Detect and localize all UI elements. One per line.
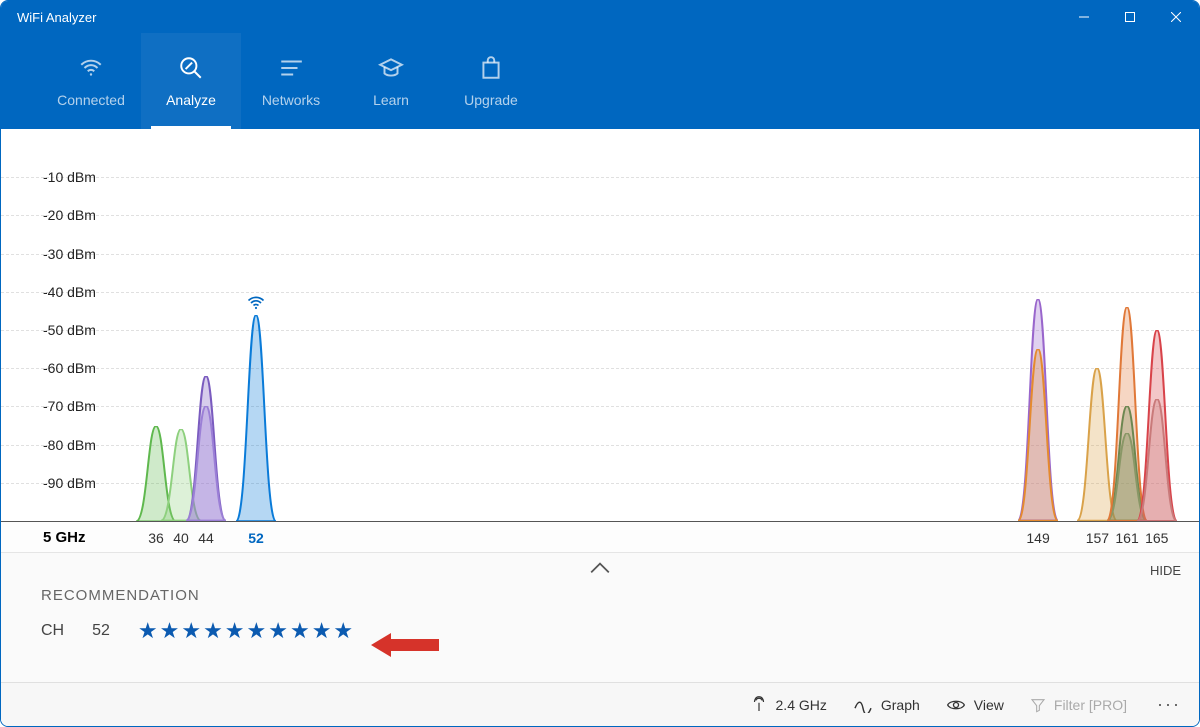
tab-learn[interactable]: Learn bbox=[341, 33, 441, 129]
tab-label: Learn bbox=[373, 92, 409, 108]
recommendation-heading: RECOMMENDATION bbox=[41, 587, 1159, 604]
network-lobe[interactable] bbox=[1018, 349, 1058, 521]
y-tick-label: -30 dBm bbox=[43, 246, 96, 262]
x-tick-label: 52 bbox=[248, 530, 264, 546]
x-tick-label: 165 bbox=[1145, 530, 1168, 546]
star-rating: ★★★★★★★★★★ bbox=[138, 618, 355, 644]
tab-upgrade[interactable]: Upgrade bbox=[441, 33, 541, 129]
band-label: 5 GHz bbox=[43, 529, 86, 546]
band-value: 2.4 GHz bbox=[776, 697, 827, 713]
view-label: View bbox=[974, 697, 1004, 713]
y-tick-label: -90 dBm bbox=[43, 475, 96, 491]
x-tick-label: 40 bbox=[173, 530, 189, 546]
tab-label: Connected bbox=[57, 92, 125, 108]
minimize-button[interactable] bbox=[1061, 1, 1107, 33]
tab-networks[interactable]: Networks bbox=[241, 33, 341, 129]
graph-menu[interactable]: Graph bbox=[853, 697, 920, 713]
y-tick-label: -10 dBm bbox=[43, 169, 96, 185]
app-window: WiFi Analyzer Connected Analyze bbox=[0, 0, 1200, 727]
network-lobe[interactable] bbox=[236, 315, 276, 521]
ch-label: CH bbox=[41, 622, 64, 640]
x-tick-label: 44 bbox=[198, 530, 214, 546]
filter-menu[interactable]: Filter [PRO] bbox=[1030, 697, 1127, 713]
tab-label: Networks bbox=[262, 92, 320, 108]
hide-button[interactable]: HIDE bbox=[1150, 563, 1181, 578]
status-bar: 2.4 GHz Graph View Filter [PRO] ··· bbox=[1, 682, 1199, 726]
recommended-channel: 52 bbox=[92, 622, 110, 640]
maximize-icon bbox=[1125, 12, 1135, 22]
tab-label: Upgrade bbox=[464, 92, 518, 108]
wifi-icon bbox=[77, 54, 105, 82]
y-tick-label: -40 dBm bbox=[43, 284, 96, 300]
tab-label: Analyze bbox=[166, 92, 216, 108]
eye-icon bbox=[946, 698, 966, 712]
collapse-button[interactable] bbox=[589, 561, 611, 580]
more-button[interactable]: ··· bbox=[1153, 694, 1185, 715]
magnifier-icon bbox=[177, 54, 205, 82]
connected-wifi-icon bbox=[246, 293, 266, 318]
close-icon bbox=[1171, 12, 1181, 22]
list-icon bbox=[277, 54, 305, 82]
y-tick-label: -20 dBm bbox=[43, 207, 96, 223]
tab-connected[interactable]: Connected bbox=[41, 33, 141, 129]
antenna-icon bbox=[750, 696, 768, 714]
arrow-annotation bbox=[371, 627, 441, 668]
y-tick-label: -80 dBm bbox=[43, 437, 96, 453]
x-axis-strip: 5 GHz 36 40 44 52 149 157 161 165 bbox=[1, 522, 1199, 552]
graph-label: Graph bbox=[881, 697, 920, 713]
graduation-icon bbox=[377, 54, 405, 82]
maximize-button[interactable] bbox=[1107, 1, 1153, 33]
y-tick-label: -60 dBm bbox=[43, 360, 96, 376]
view-menu[interactable]: View bbox=[946, 697, 1004, 713]
y-tick-label: -50 dBm bbox=[43, 322, 96, 338]
band-toggle[interactable]: 2.4 GHz bbox=[750, 696, 827, 714]
tab-bar: Connected Analyze Networks Learn Upgrade bbox=[1, 33, 1199, 129]
recommendation-panel: HIDE RECOMMENDATION CH 52 ★★★★★★★★★★ bbox=[1, 552, 1199, 682]
chevron-up-icon bbox=[589, 561, 611, 575]
filter-icon bbox=[1030, 697, 1046, 713]
network-lobe[interactable] bbox=[186, 406, 226, 521]
y-tick-label: -70 dBm bbox=[43, 398, 96, 414]
close-button[interactable] bbox=[1153, 1, 1199, 33]
x-tick-label: 157 bbox=[1086, 530, 1109, 546]
minimize-icon bbox=[1079, 12, 1089, 22]
tab-analyze[interactable]: Analyze bbox=[141, 33, 241, 129]
network-lobe[interactable] bbox=[1137, 399, 1177, 521]
x-tick-label: 149 bbox=[1026, 530, 1049, 546]
title-bar: WiFi Analyzer bbox=[1, 1, 1199, 33]
spectrum-chart[interactable]: -10 dBm -20 dBm -30 dBm -40 dBm -50 dBm -60 d… bbox=[1, 129, 1199, 522]
x-tick-label: 161 bbox=[1115, 530, 1138, 546]
wave-icon bbox=[853, 697, 873, 713]
recommendation-row: CH 52 ★★★★★★★★★★ bbox=[41, 618, 1159, 644]
filter-label: Filter [PRO] bbox=[1054, 697, 1127, 713]
window-controls bbox=[1061, 1, 1199, 33]
shopping-bag-icon bbox=[477, 54, 505, 82]
window-title: WiFi Analyzer bbox=[17, 10, 96, 25]
x-tick-label: 36 bbox=[148, 530, 164, 546]
